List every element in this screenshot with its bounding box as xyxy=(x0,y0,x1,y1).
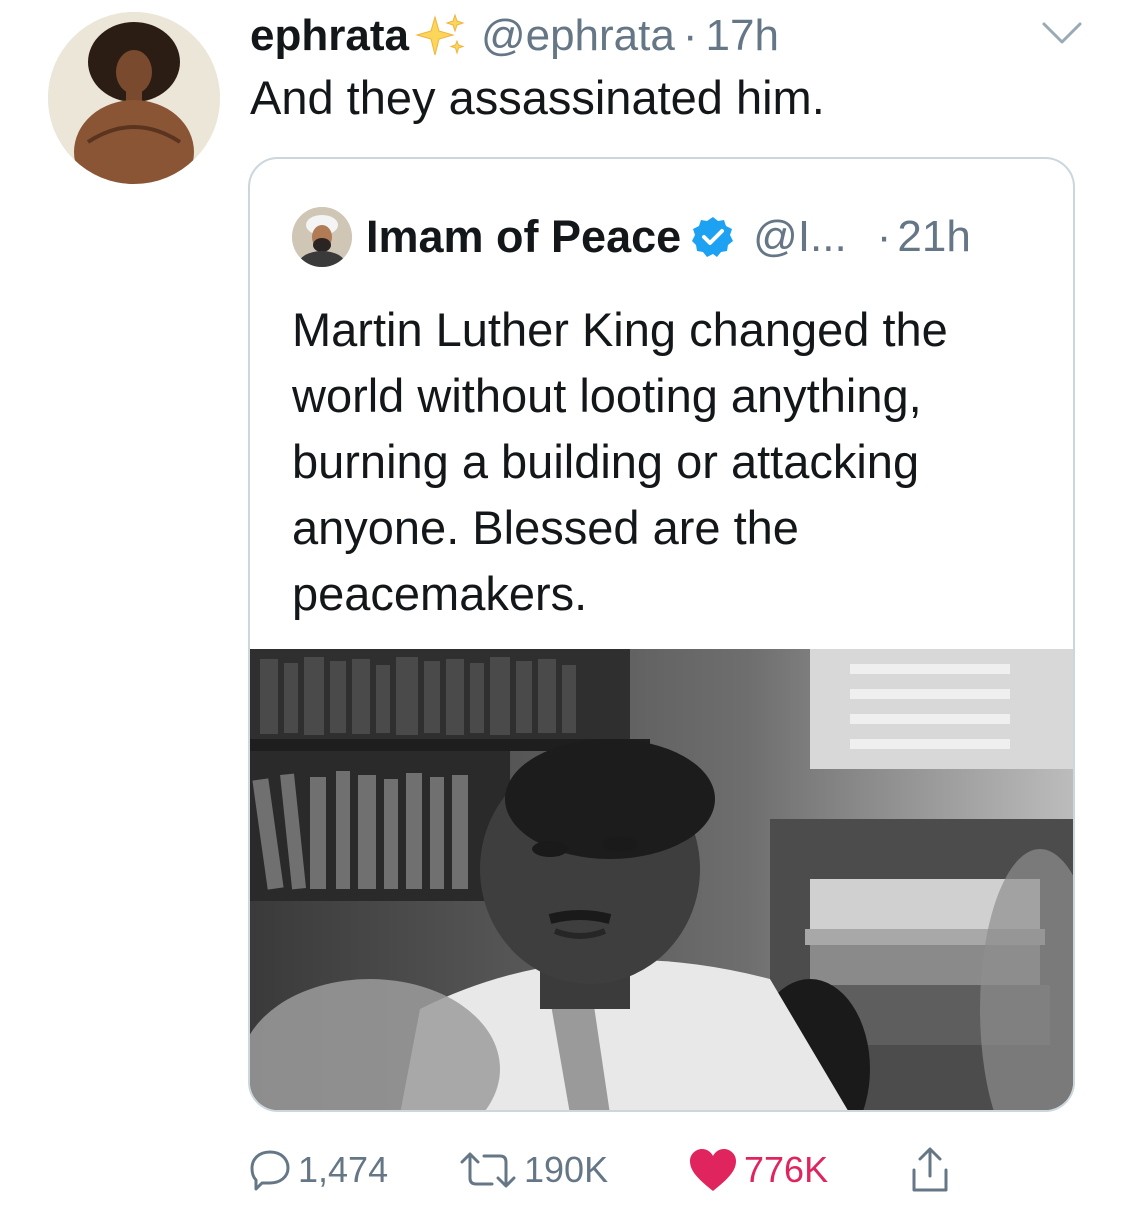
reply-button[interactable]: 1,474 xyxy=(248,1140,388,1200)
like-button[interactable]: 776K xyxy=(688,1140,828,1200)
reply-count: 1,474 xyxy=(298,1149,389,1190)
tweet-header: ephrata @ephrata · 17h xyxy=(250,6,779,66)
author-avatar[interactable] xyxy=(48,12,220,184)
share-icon xyxy=(912,1147,948,1192)
quoted-author-display-name[interactable]: Imam of Peace xyxy=(366,211,681,263)
quoted-tweet-photo[interactable] xyxy=(250,649,1073,1110)
author-avatar-image xyxy=(48,12,220,184)
share-button[interactable] xyxy=(908,1140,958,1200)
retweet-button[interactable]: 190K xyxy=(458,1140,608,1200)
retweet-icon xyxy=(460,1152,516,1188)
reply-icon xyxy=(250,1150,290,1191)
heart-icon xyxy=(690,1149,736,1191)
quoted-tweet-header: Imam of Peace @I... · 21h xyxy=(292,207,971,267)
tweet-actions: 1,474 190K 776K xyxy=(248,1140,1048,1200)
photo-image xyxy=(250,649,1073,1110)
tweet[interactable]: ephrata @ephrata · 17h And they assassin… xyxy=(0,0,1125,1208)
quoted-separator-dot: · xyxy=(876,212,892,261)
quoted-tweet-card[interactable]: Imam of Peace @I... · 21h Martin Luther … xyxy=(248,157,1075,1112)
quoted-author-avatar xyxy=(292,207,352,267)
quoted-timestamp: 21h xyxy=(897,212,971,261)
verified-badge-icon xyxy=(692,217,734,257)
author-display-name[interactable]: ephrata xyxy=(250,11,409,61)
quoted-tweet-text: Martin Luther King changed the world wit… xyxy=(292,303,948,620)
sparkles-icon xyxy=(415,13,465,56)
quoted-avatar-image xyxy=(292,207,352,267)
author-handle[interactable]: @ephrata xyxy=(481,11,675,61)
tweet-timestamp[interactable]: 17h xyxy=(706,11,779,61)
quoted-author-handle[interactable]: @I... xyxy=(753,212,847,262)
separator-dot: · xyxy=(682,11,698,60)
tweet-text: And they assassinated him. xyxy=(250,71,825,124)
chevron-down-icon[interactable] xyxy=(1040,20,1084,46)
retweet-count: 190K xyxy=(524,1149,609,1190)
like-count: 776K xyxy=(744,1149,829,1190)
